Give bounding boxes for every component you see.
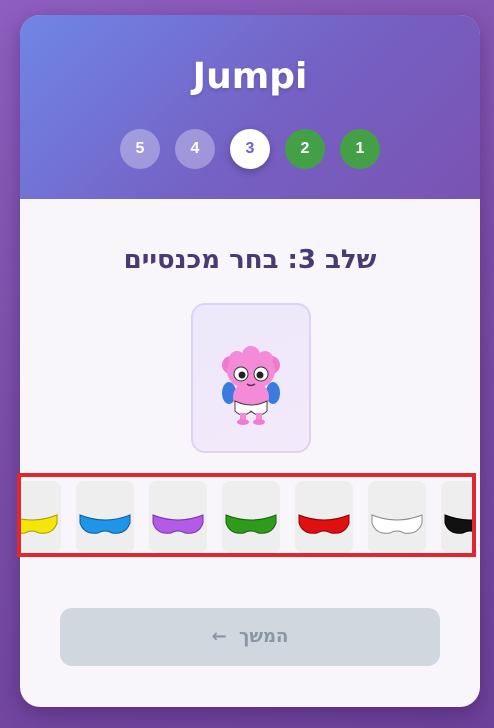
header: Jumpi 5 4 3 2 1 [20,15,480,199]
pants-icon [152,514,204,534]
pants-icon [225,514,277,534]
pants-options-carousel[interactable] [17,473,476,557]
app-title: Jumpi [192,56,308,97]
pants-option-blue[interactable] [76,481,134,553]
pants-option-black[interactable] [441,481,472,553]
step-5: 5 [120,129,160,169]
pink-creature-icon [222,346,280,425]
step-1-done: 1 [340,129,380,169]
step-heading: שלב 3: בחר מכנסיים [123,245,377,275]
pants-icon [371,514,423,534]
pants-options-strip [21,477,472,553]
pants-option-purple[interactable] [149,481,207,553]
step-indicator: 5 4 3 2 1 [20,129,480,169]
pants-icon [79,514,131,534]
pants-option-red[interactable] [295,481,353,553]
pants-icon [444,514,472,534]
pants-option-yellow[interactable] [21,481,61,553]
step-4: 4 [175,129,215,169]
continue-label: המשך [238,626,289,647]
character-preview [191,303,311,453]
wizard-card: Jumpi 5 4 3 2 1 שלב 3: בחר מכנסיים [20,15,480,707]
pants-icon [298,514,350,534]
arrow-left-icon: ← [211,626,227,647]
step-2-done: 2 [285,129,325,169]
continue-button[interactable]: המשך ← [60,608,440,666]
pants-option-white[interactable] [368,481,426,553]
pants-icon [21,514,58,534]
step-3-current: 3 [230,129,270,169]
pants-option-green[interactable] [222,481,280,553]
